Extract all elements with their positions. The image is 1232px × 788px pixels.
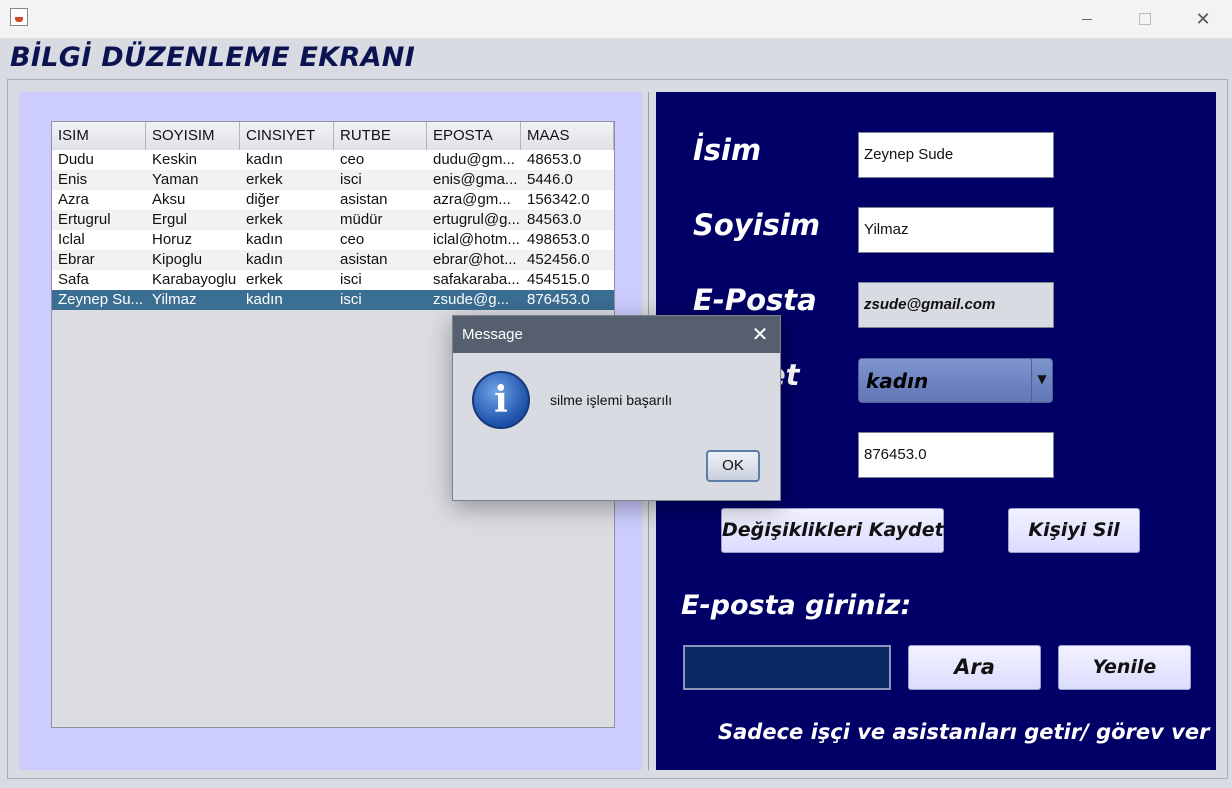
table-cell: ceo [340,231,365,248]
table-cell: Enis [58,171,88,188]
table-cell: Yilmaz [152,291,197,308]
search-email-input[interactable] [683,645,891,690]
minimize-icon[interactable] [1058,0,1116,38]
table-cell: 84563.0 [527,211,582,228]
table-cell: erkek [246,271,283,288]
table-cell: Horuz [152,231,193,248]
table-cell: iclal@hotm... [433,231,520,248]
table-cell: dudu@gm... [433,151,515,168]
delete-person-button[interactable]: Kişiyi Sil [1008,508,1140,553]
soyisim-field[interactable]: Yilmaz [858,207,1054,253]
info-icon: i [472,371,530,429]
eposta-field: zsude@gmail.com [858,282,1054,328]
table-cell: asistan [340,251,388,268]
isim-label: İsim [693,133,762,167]
table-cell: erkek [246,211,283,228]
column-header[interactable]: MAAS [521,122,614,150]
table-cell: diğer [246,191,280,208]
table-cell: kadın [246,251,283,268]
table-cell: Kipoglu [152,251,203,268]
table-cell: asistan [340,191,388,208]
chevron-down-icon[interactable]: ▼ [1031,359,1052,402]
table-cell: 48653.0 [527,151,582,168]
table-cell: enis@gma... [433,171,518,188]
table-cell: Aksu [152,191,186,208]
table-row[interactable]: Iclal Horuz kadın ceo iclal@hotm... 498653.0 [52,230,614,250]
search-label: E-posta giriniz: [681,590,912,621]
eposta-label: E-Posta [693,283,817,317]
table-cell: 876453.0 [527,291,590,308]
table-cell: erkek [246,171,283,188]
column-header[interactable]: ISIM [52,122,146,150]
java-app-icon [10,8,28,26]
table-row[interactable]: Safa Karabayoglu erkek isci safakaraba... 454… [52,270,614,290]
ok-button[interactable]: OK [706,450,760,482]
close-icon[interactable]: ✕ [1174,0,1232,38]
dialog-titlebar: Message ✕ [453,316,780,353]
table-cell: 5446.0 [527,171,573,188]
table-cell: Zeynep Su... [58,291,144,308]
table-row[interactable]: Ertugrul Ergul erkek müdür ertugrul@g... 8456… [52,210,614,230]
dialog-message: silme işlemi başarılı [550,392,673,408]
table-cell: müdür [340,211,383,228]
table-cell: Azra [58,191,89,208]
table-cell: ceo [340,151,365,168]
column-header[interactable]: CINSIYET [240,122,334,150]
table-cell: Ergul [152,211,188,228]
window-titlebar: ✕ [0,0,1232,39]
table-cell: 156342.0 [527,191,590,208]
table-cell: Ertugrul [58,211,111,228]
column-header[interactable]: EPOSTA [427,122,521,150]
dialog-title: Message [462,326,523,343]
table-cell: Yaman [152,171,199,188]
column-header[interactable]: SOYISIM [146,122,240,150]
table-row[interactable]: Enis Yaman erkek isci enis@gma... 5446.0 [52,170,614,190]
table-cell: Ebrar [58,251,95,268]
filter-workers-link[interactable]: Sadece işçi ve asistanları getir/ görev … [718,720,1209,744]
table-cell: 498653.0 [527,231,590,248]
search-button[interactable]: Ara [908,645,1041,690]
isim-field[interactable]: Zeynep Sude [858,132,1054,178]
table-cell: isci [340,291,362,308]
table-cell: azra@gm... [433,191,511,208]
message-dialog: Message ✕ i silme işlemi başarılı OK [452,315,781,501]
table-cell: Keskin [152,151,198,168]
soyisim-label: Soyisim [693,208,821,242]
table-cell: 452456.0 [527,251,590,268]
table-cell: 454515.0 [527,271,590,288]
table-row[interactable]: Dudu Keskin kadın ceo dudu@gm... 48653.0 [52,150,614,170]
table-row[interactable]: Azra Aksu diğer asistan azra@gm... 156342.0 [52,190,614,210]
maximize-icon[interactable] [1116,0,1174,38]
table-cell: isci [340,271,362,288]
table-cell: Karabayoglu [152,271,237,288]
cinsiyet-dropdown[interactable]: kadın ▼ [858,358,1053,403]
page-title: BİLGİ DÜZENLEME EKRANI [10,42,416,73]
table-header: ISIM SOYISIM CINSIYET RUTBE EPOSTA MAAS [52,122,614,151]
column-header[interactable]: RUTBE [334,122,427,150]
close-icon[interactable]: ✕ [749,316,771,353]
table-row[interactable]: Ebrar Kipoglu kadın asistan ebrar@hot... 4524… [52,250,614,270]
table-cell: kadın [246,231,283,248]
table-cell: kadın [246,151,283,168]
table-row[interactable]: Zeynep Su... Yilmaz kadın isci zsude@g... 876… [52,290,614,310]
table-cell: Dudu [58,151,94,168]
table-cell: isci [340,171,362,188]
table-cell: kadın [246,291,283,308]
table-cell: ebrar@hot... [433,251,517,268]
table-cell: Iclal [58,231,85,248]
save-changes-button[interactable]: Değişiklikleri Kaydet [721,508,944,553]
refresh-button[interactable]: Yenile [1058,645,1191,690]
table-cell: Safa [58,271,89,288]
table-cell: zsude@g... [433,291,510,308]
cinsiyet-selected-value: kadın [866,369,929,393]
maas-field[interactable]: 876453.0 [858,432,1054,478]
table-cell: safakaraba... [433,271,520,288]
table-cell: ertugrul@g... [433,211,520,228]
